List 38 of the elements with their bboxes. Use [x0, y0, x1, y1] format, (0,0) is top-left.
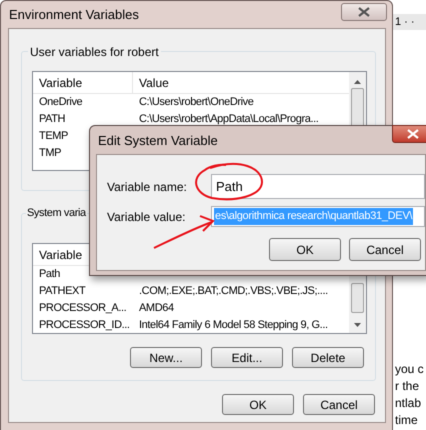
- close-button[interactable]: [341, 3, 387, 21]
- list-button[interactable]: Delete: [292, 347, 364, 368]
- scroll-up-icon[interactable]: [354, 80, 361, 84]
- variable-value[interactable]: AMD64: [133, 300, 174, 317]
- close-icon: [407, 129, 419, 139]
- variable-value[interactable]: .COM;.EXE;.BAT;.CMD;.VBS;.VBE;.JS;....: [133, 283, 328, 300]
- variable-name[interactable]: PATHEXT: [33, 283, 133, 300]
- list-button[interactable]: Edit...: [211, 347, 283, 368]
- column-header[interactable]: Variable: [33, 72, 133, 93]
- variable-value[interactable]: C:\Users\robert\AppData\Local\Progra...: [133, 111, 318, 128]
- dialog-button[interactable]: Cancel: [349, 238, 421, 261]
- circle-annotation: [195, 163, 263, 200]
- dialog-button[interactable]: Cancel: [303, 394, 375, 415]
- dialog-button[interactable]: OK: [222, 394, 294, 415]
- variable-name[interactable]: PROCESSOR_ID...: [33, 317, 133, 333]
- ruler: 1 · ·: [393, 14, 426, 30]
- field-label: Variable value:: [107, 208, 186, 226]
- group-label: System varia: [26, 205, 87, 222]
- window-title: Environment Variables: [9, 6, 139, 24]
- variable-name-field[interactable]: Path: [211, 174, 425, 199]
- document-text: time: [395, 412, 419, 429]
- variable-value[interactable]: Intel64 Family 6 Model 58 Stepping 9, G...: [133, 317, 328, 333]
- variable-name[interactable]: PROCESSOR_A...: [33, 300, 133, 317]
- document-text: you c: [395, 361, 424, 378]
- column-header[interactable]: Value: [133, 72, 349, 93]
- variable-name[interactable]: PATH: [33, 111, 133, 128]
- close-button[interactable]: [392, 125, 426, 143]
- variable-value[interactable]: C:\Users\robert\OneDrive: [133, 94, 254, 111]
- variable-name[interactable]: OneDrive: [33, 94, 133, 111]
- scroll-thumb[interactable]: [351, 283, 364, 313]
- field-label: Variable name:: [107, 178, 188, 196]
- dialog-title: Edit System Variable: [98, 132, 218, 150]
- close-icon: [358, 7, 370, 17]
- list-button[interactable]: New...: [130, 347, 202, 368]
- scroll-down-icon[interactable]: [354, 323, 361, 327]
- document-text: r the: [395, 378, 420, 395]
- dialog-button[interactable]: OK: [269, 238, 341, 261]
- document-text: ntlab: [395, 395, 422, 412]
